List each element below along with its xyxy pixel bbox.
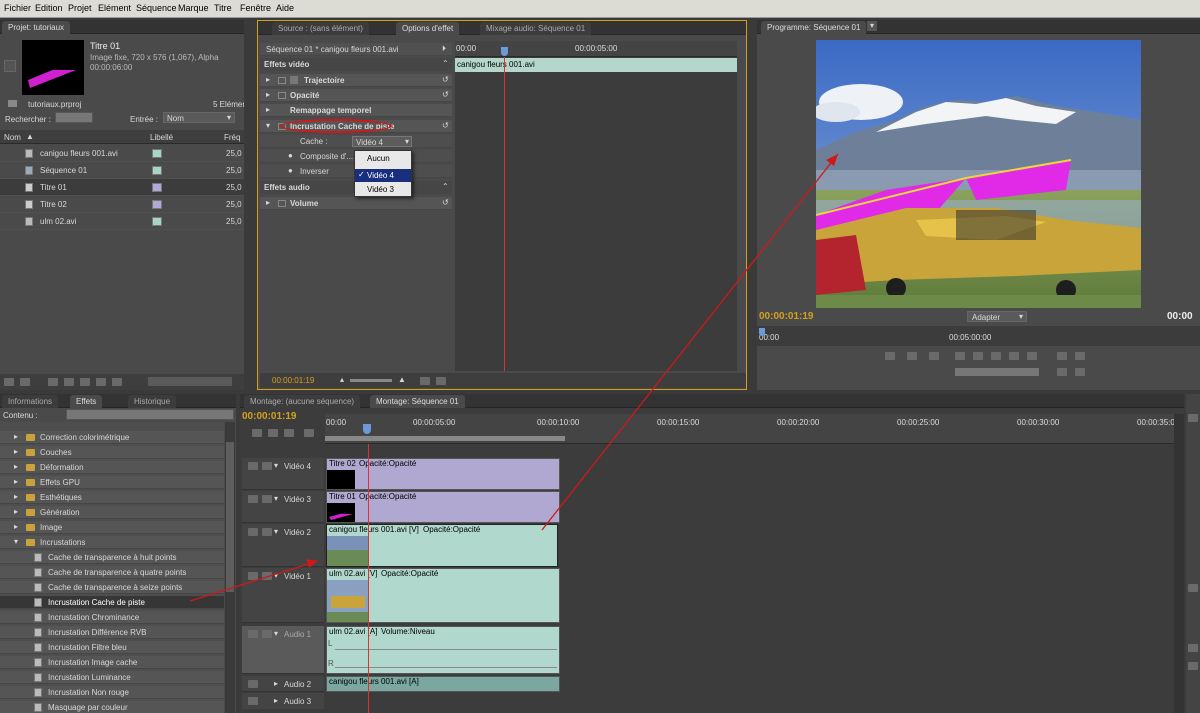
annotation-arrowhead	[826, 154, 838, 166]
annotation-arrowhead	[306, 559, 318, 568]
annotation-arrows	[189, 153, 839, 602]
premiere-workspace: Fichier Edition Projet Elément Séquence …	[0, 0, 1200, 713]
annotation-arrow	[541, 153, 839, 531]
annotation-arrow	[189, 560, 319, 602]
